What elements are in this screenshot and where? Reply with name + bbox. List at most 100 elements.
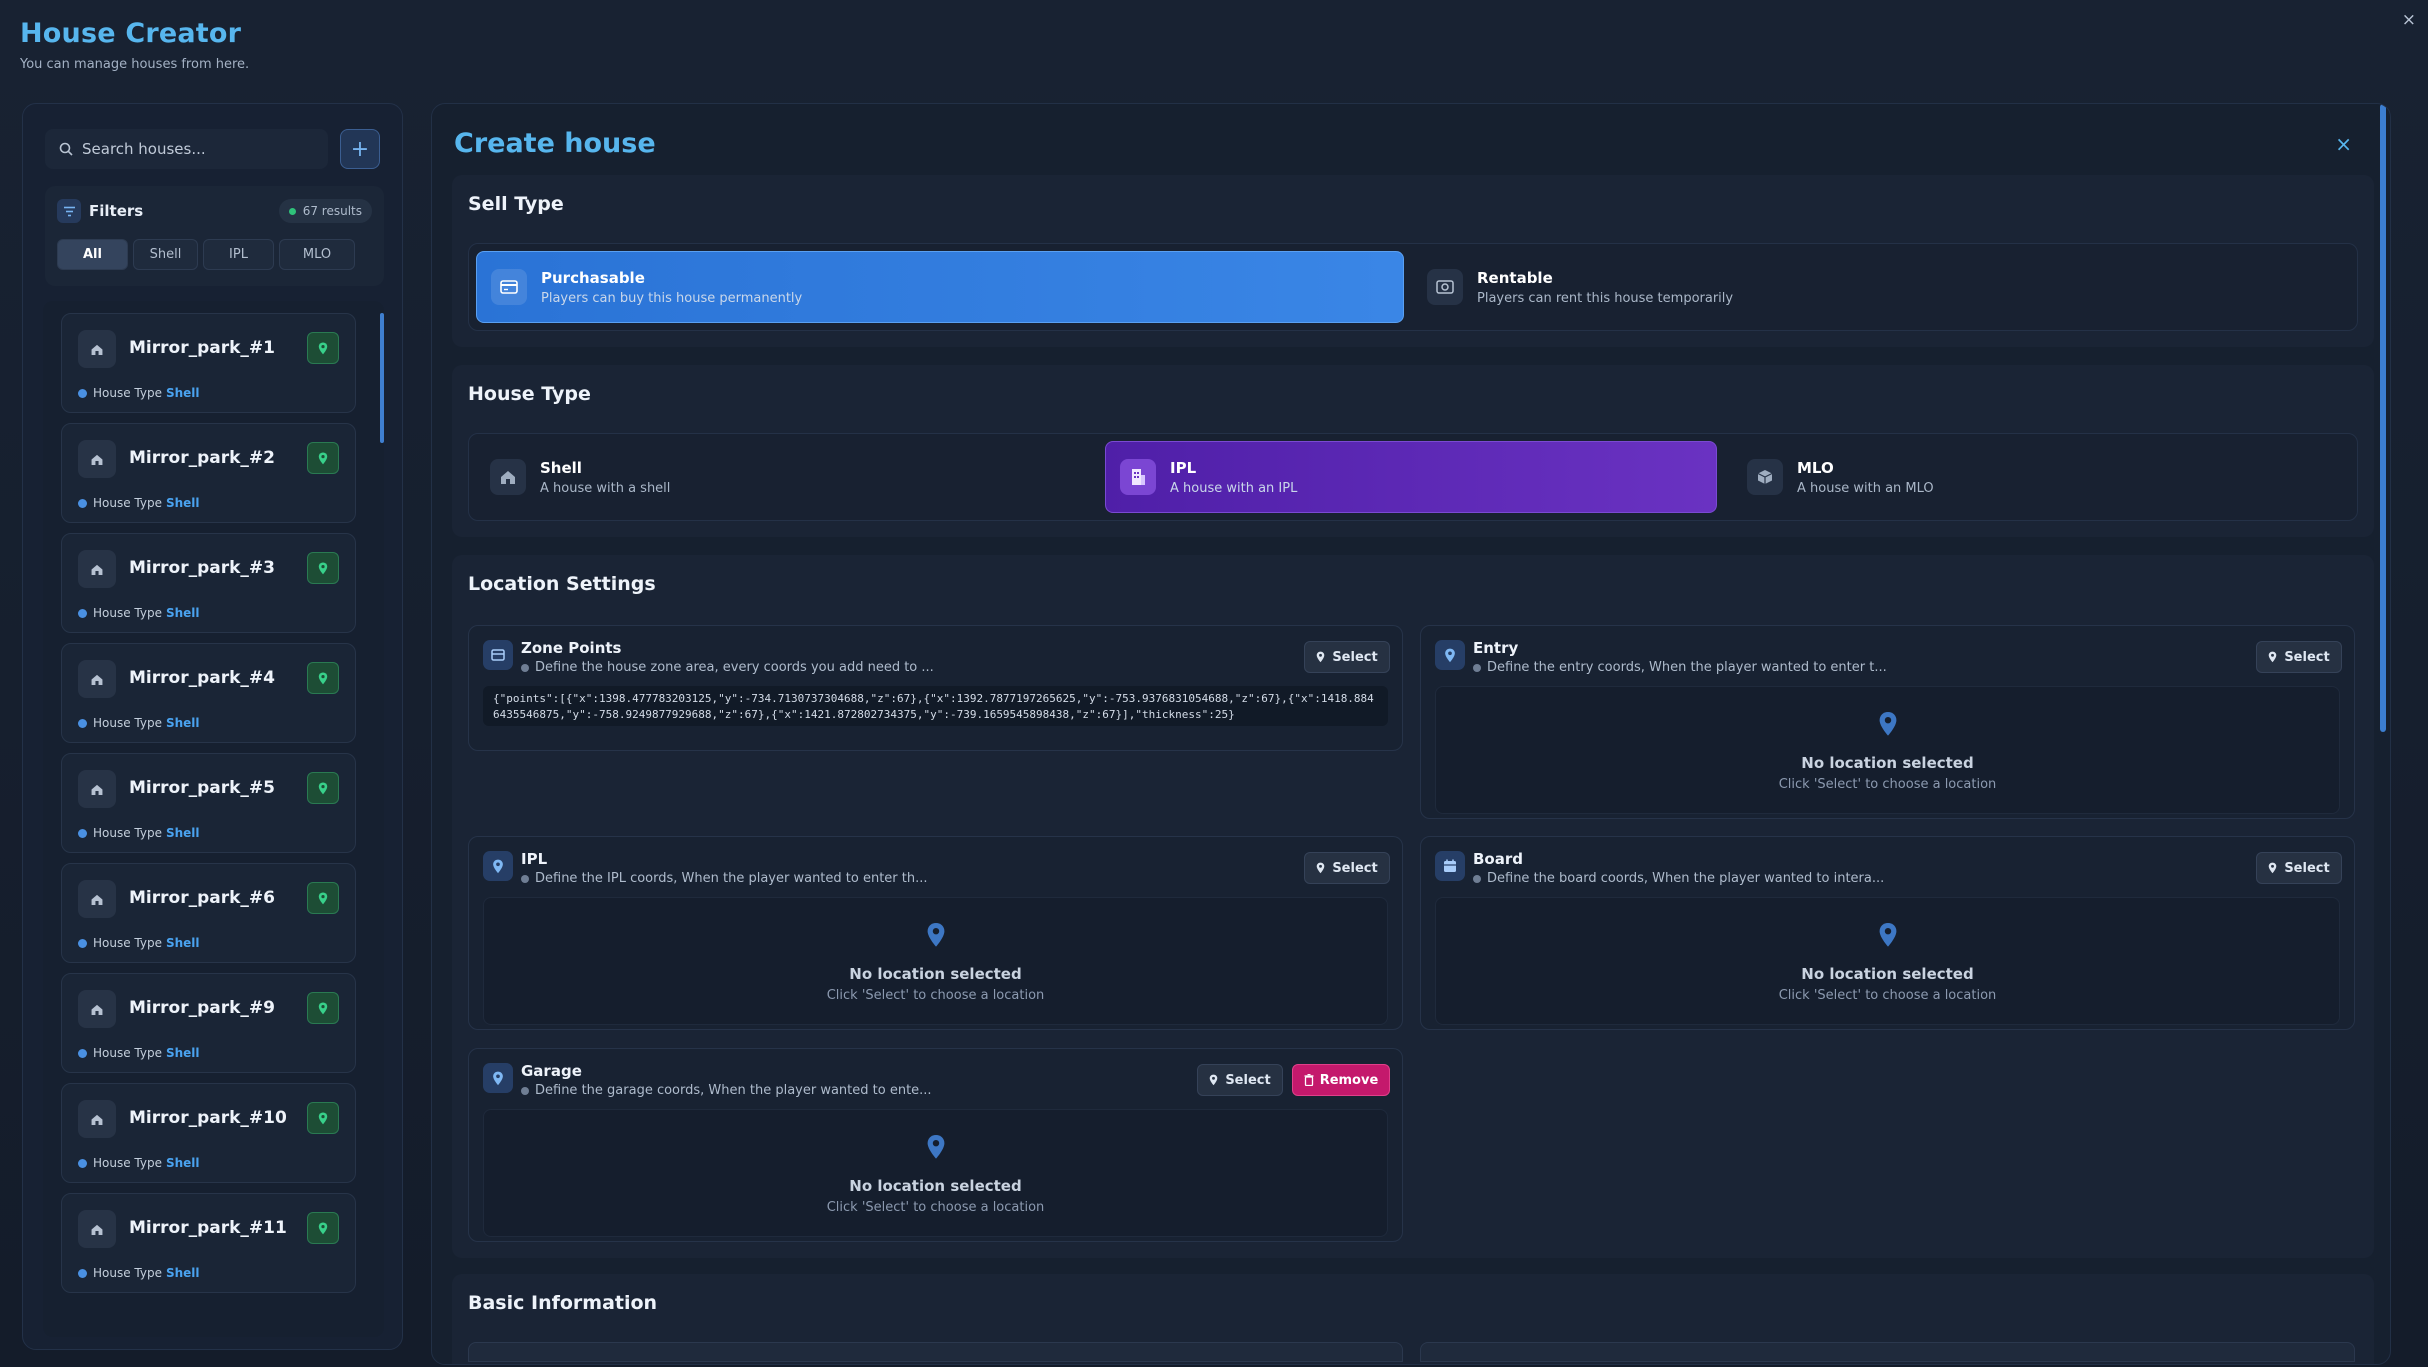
status-dot-icon [288,207,296,215]
filter-tab-mlo[interactable]: MLO [279,239,355,270]
search-icon [59,142,73,156]
panel-title: Create house [454,128,656,159]
house-type-options: Shell A house with a shell IPL A house w… [468,433,2358,521]
empty-subtitle: Click 'Select' to choose a location [1778,988,1997,1003]
option-shell[interactable]: Shell A house with a shell [476,441,1088,513]
filter-icon [57,199,81,223]
house-card[interactable]: Mirror_park_#9 House Type Shell [61,973,356,1073]
pin-icon [2268,651,2277,663]
option-title: IPL [1170,458,1197,477]
house-type-label: House Type [93,716,162,730]
rent-icon [1427,269,1463,305]
results-badge: 67 results [278,199,372,223]
select-label: Select [2284,860,2330,876]
close-app-icon[interactable]: × [2402,10,2416,30]
option-rentable[interactable]: Rentable Players can rent this house tem… [1413,251,2341,323]
list-scrollbar[interactable] [380,313,384,443]
map-pin-icon [926,1134,946,1164]
house-name: Mirror_park_#4 [129,668,275,688]
cube-icon [1747,459,1783,495]
basic-info-section: Basic Information [452,1274,2374,1364]
house-card[interactable]: Mirror_park_#6 House Type Shell [61,863,356,963]
board-select-button[interactable]: Select [2256,852,2342,884]
house-type-label: House Type [93,386,162,400]
card-desc-text: Define the garage coords, When the playe… [535,1083,932,1098]
entry-select-button[interactable]: Select [2256,641,2342,673]
house-card[interactable]: Mirror_park_#10 House Type Shell [61,1083,356,1183]
locate-house-button[interactable] [307,882,339,914]
house-card[interactable]: Mirror_park_#2 House Type Shell [61,423,356,523]
results-count: 67 results [302,204,362,218]
house-type-value: Shell [165,1266,200,1280]
garage-select-button[interactable]: Select [1197,1064,1283,1096]
type-dot-icon [78,388,87,398]
basic-field-left[interactable] [468,1342,1403,1362]
filter-tab-all[interactable]: All [57,239,128,270]
locate-house-button[interactable] [307,772,339,804]
home-icon [78,990,116,1028]
pin-icon [1316,651,1325,663]
ipl-select-button[interactable]: Select [1304,852,1390,884]
house-card[interactable]: Mirror_park_#1 House Type Shell [61,313,356,413]
option-desc: A house with a shell [540,480,671,496]
type-dot-icon [78,1048,87,1058]
option-ipl[interactable]: IPL A house with an IPL [1105,441,1717,513]
locate-house-button[interactable] [307,552,339,584]
locate-house-button[interactable] [307,662,339,694]
bullet-dot-icon [521,663,529,672]
card-title: Garage [521,1062,582,1080]
locate-house-button[interactable] [307,442,339,474]
bullet-dot-icon [521,1086,529,1095]
card-desc-text: Define the board coords, When the player… [1487,871,1885,886]
house-card[interactable]: Mirror_park_#3 House Type Shell [61,533,356,633]
home-icon [78,660,116,698]
house-type-value: Shell [165,826,200,840]
location-title: Location Settings [468,573,656,595]
house-type-info: House Type Shell [78,826,200,840]
basic-field-right[interactable] [1420,1342,2355,1362]
option-purchasable[interactable]: Purchasable Players can buy this house p… [476,251,1404,323]
map-pin-icon [318,452,328,465]
filter-tab-shell[interactable]: Shell [133,239,198,270]
empty-subtitle: Click 'Select' to choose a location [826,988,1045,1003]
home-icon [78,1100,116,1138]
locate-house-button[interactable] [307,332,339,364]
locate-house-button[interactable] [307,1102,339,1134]
card-title: Board [1473,850,1523,868]
house-type-value: Shell [165,936,200,950]
zone-points-value[interactable]: {"points":[{"x":1398.477783203125,"y":-7… [483,686,1388,726]
zone-select-button[interactable]: Select [1304,641,1390,673]
card-title: Zone Points [521,639,622,657]
card-title: IPL [521,850,548,868]
add-house-button[interactable]: + [340,129,380,169]
card-desc-text: Define the IPL coords, When the player w… [535,871,928,886]
house-card[interactable]: Mirror_park_#5 House Type Shell [61,753,356,853]
house-type-label: House Type [93,1046,162,1060]
house-card[interactable]: Mirror_park_#11 House Type Shell [61,1193,356,1293]
empty-location: No location selected Click 'Select' to c… [1435,897,2340,1025]
home-icon [78,550,116,588]
empty-location: No location selected Click 'Select' to c… [483,1109,1388,1237]
option-mlo[interactable]: MLO A house with an MLO [1733,441,2345,513]
card-desc: Define the house zone area, every coords… [521,660,934,675]
panel-scrollbar[interactable] [2380,104,2386,732]
filter-tab-ipl[interactable]: IPL [203,239,274,270]
garage-card: Garage Define the garage coords, When th… [468,1048,1403,1242]
card-icon [491,269,527,305]
option-title: Rentable [1477,268,1553,287]
pin-icon [2268,862,2277,874]
search-box [45,129,328,169]
garage-remove-button[interactable]: Remove [1292,1064,1390,1096]
locate-house-button[interactable] [307,1212,339,1244]
search-input[interactable] [82,140,312,158]
house-type-label: House Type [93,496,162,510]
map-pin-icon [926,922,946,952]
house-list[interactable]: Mirror_park_#1 House Type Shell Mirror_park… [43,301,384,1337]
option-title: Purchasable [541,268,645,287]
house-type-section: House Type Shell A house with a shell IP… [452,365,2374,537]
locate-house-button[interactable] [307,992,339,1024]
filter-tabs: All Shell IPL MLO [57,239,372,270]
board-icon [1435,851,1465,881]
panel-close-icon[interactable]: × [2335,132,2352,156]
house-card[interactable]: Mirror_park_#4 House Type Shell [61,643,356,743]
